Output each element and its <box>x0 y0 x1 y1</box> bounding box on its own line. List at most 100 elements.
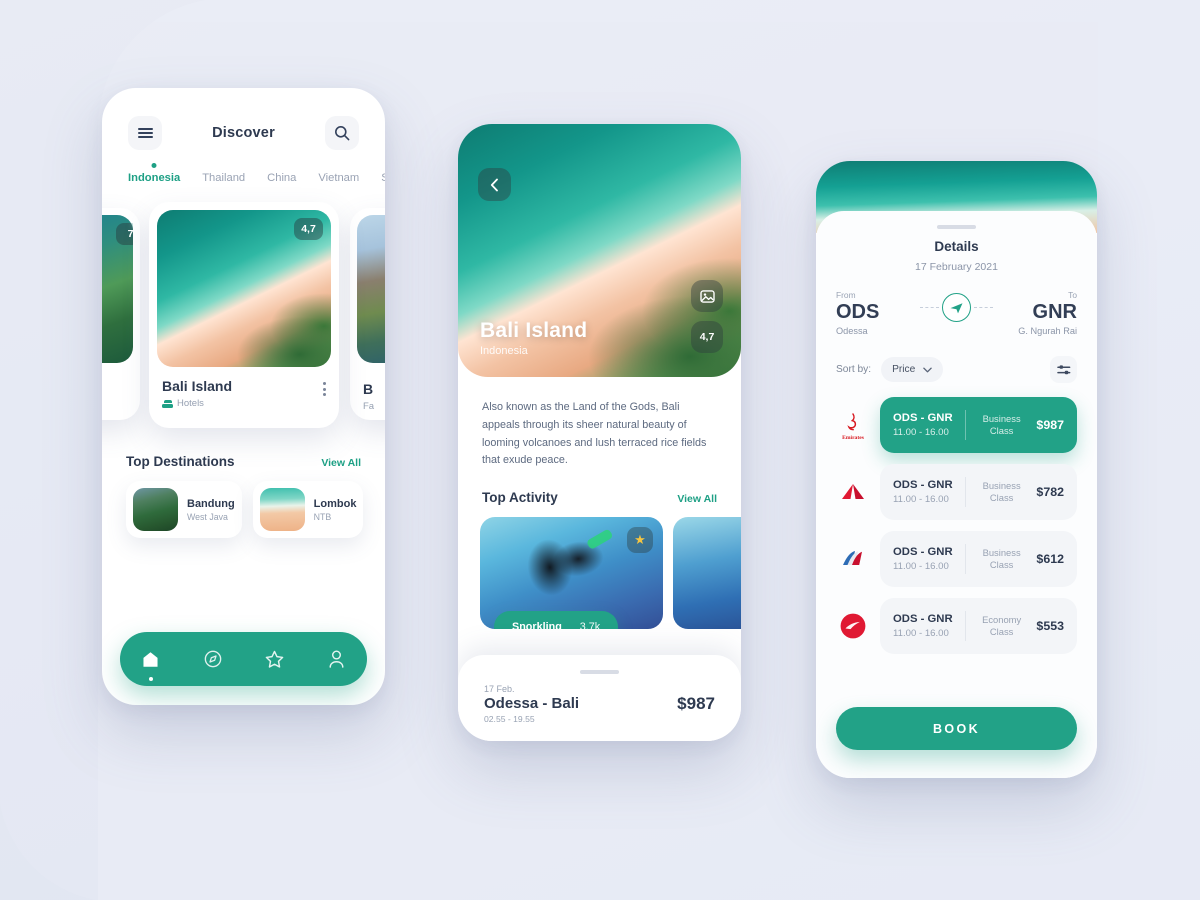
phone-flights-screen: Details 17 February 2021 From ODS Odessa… <box>816 161 1097 778</box>
tab-vietnam[interactable]: Vietnam <box>318 172 359 184</box>
flight-price: $782 <box>1036 485 1064 499</box>
rating-badge: 4,7 <box>294 218 323 240</box>
carousel-card-active[interactable]: 4,7 Bali Island Hotels <box>149 202 339 428</box>
home-icon <box>143 651 158 667</box>
flight-price: $553 <box>1036 619 1064 633</box>
destination-thumbnail <box>259 488 305 531</box>
flight-card[interactable]: ODS - GNR 11.00 - 16.00 Business Class $… <box>880 531 1077 587</box>
booking-summary: 17 Feb. Odessa - Bali 02.55 - 19.55 $987 <box>484 684 715 724</box>
activity-count: 3.7k <box>579 621 601 630</box>
drag-handle[interactable] <box>937 225 976 229</box>
destination-name: Lombok <box>313 497 357 510</box>
filter-button[interactable] <box>1050 356 1077 383</box>
search-button[interactable] <box>324 116 359 150</box>
image-gallery-icon <box>699 289 715 303</box>
flight-info: ODS - GNR 11.00 - 16.00 <box>893 613 953 639</box>
hero-image: 4,7 Bali Island Indonesia <box>458 124 741 377</box>
rating-badge: 4,7 <box>691 321 723 353</box>
flight-row-airasia[interactable]: ODS - GNR 11.00 - 16.00 Economy Class $5… <box>836 598 1077 654</box>
carousel-card-info <box>102 370 140 399</box>
route-summary: From ODS Odessa To GNR G. Ngurah Rai <box>836 290 1077 336</box>
flight-class: Business Class <box>982 412 1021 436</box>
airline-logo-american-airlines <box>836 544 870 574</box>
destination-description: Also known as the Land of the Gods, Bali… <box>482 401 707 467</box>
route-origin: From ODS Odessa <box>836 290 920 336</box>
gallery-button[interactable] <box>691 280 723 312</box>
flight-details-sheet: Details 17 February 2021 From ODS Odessa… <box>816 211 1097 778</box>
star-icon: ★ <box>627 527 653 554</box>
filter-sliders-icon <box>1056 364 1070 374</box>
flight-time: 11.00 - 16.00 <box>893 561 949 572</box>
destination-title: Bali Island <box>480 319 588 342</box>
carousel-card-info: B Fa <box>350 370 385 412</box>
top-destinations-list: Bandung West Java Lombok NTB <box>102 469 385 538</box>
tab-china[interactable]: China <box>267 172 296 184</box>
chevron-down-icon <box>923 367 933 372</box>
route-destination: To GNR G. Ngurah Rai <box>993 290 1077 336</box>
category-label: Hotels <box>177 398 204 409</box>
hero-text: Bali Island Indonesia <box>480 319 587 357</box>
tab-label: Indonesia <box>128 172 181 184</box>
page-title: Details <box>934 239 979 254</box>
flight-row-american-airlines[interactable]: ODS - GNR 11.00 - 16.00 Business Class $… <box>836 531 1077 587</box>
star-icon <box>265 650 284 668</box>
hero-action-buttons: 4,7 <box>691 280 723 353</box>
activity-card-next[interactable] <box>673 517 741 630</box>
booking-bottom-sheet[interactable]: 17 Feb. Odessa - Bali 02.55 - 19.55 $987 <box>458 655 741 741</box>
hamburger-menu-button[interactable] <box>128 116 162 150</box>
destination-region: NTB <box>313 511 332 522</box>
tab-thailand[interactable]: Thailand <box>202 172 245 184</box>
destination-name: Bali Island <box>162 378 233 394</box>
activity-card-snorkling[interactable]: ★ Snorkling 3.7k <box>480 517 663 630</box>
flight-card[interactable]: ODS - GNR 11.00 - 16.00 Economy Class $5… <box>880 598 1077 654</box>
search-icon <box>334 126 350 141</box>
view-all-link[interactable]: View All <box>677 493 717 505</box>
section-title: Top Activity <box>482 490 558 506</box>
carousel-card-previous[interactable]: 7 <box>102 208 140 420</box>
flight-row-delta[interactable]: ODS - GNR 11.00 - 16.00 Business Class $… <box>836 464 1077 520</box>
divider <box>964 410 966 440</box>
nav-item-home[interactable] <box>138 646 164 681</box>
destination-city: G. Ngurah Rai <box>1018 326 1077 336</box>
destination-carousel[interactable]: 7 B Fa 4,7 Bali Island Hotels <box>102 202 385 434</box>
destination-code: GNR <box>1032 301 1077 323</box>
carousel-card-next[interactable]: B Fa <box>350 208 385 420</box>
diver-photo-subject <box>520 528 614 600</box>
sort-value: Price <box>892 364 916 375</box>
sort-label: Sort by: <box>836 364 872 375</box>
airline-logo-airasia <box>836 611 870 641</box>
flight-info: ODS - GNR 11.00 - 16.00 <box>893 479 953 505</box>
to-label: To <box>1068 290 1077 300</box>
airplane-icon <box>950 303 963 314</box>
destination-category: Fa <box>363 401 375 412</box>
flight-route: ODS - GNR <box>893 546 953 558</box>
tab-next[interactable]: S <box>381 172 385 184</box>
book-button[interactable]: BOOK <box>836 707 1077 750</box>
destination-item-lombok[interactable]: Lombok NTB <box>252 481 364 538</box>
divider <box>964 544 966 574</box>
country-tabs[interactable]: Indonesia Thailand China Vietnam S <box>102 150 385 184</box>
discover-header: Discover <box>102 88 385 150</box>
destination-item-bandung[interactable]: Bandung West Java <box>126 481 242 538</box>
tab-indonesia[interactable]: Indonesia <box>128 163 181 184</box>
destination-photo: 7 <box>102 215 133 363</box>
sort-dropdown[interactable]: Price <box>881 357 944 382</box>
drag-handle[interactable] <box>580 670 619 674</box>
flight-card[interactable]: ODS - GNR 11.00 - 16.00 Business Class $… <box>880 464 1077 520</box>
nav-item-favorites[interactable] <box>261 646 287 672</box>
view-all-link[interactable]: View All <box>321 457 361 469</box>
flight-card[interactable]: ODS - GNR 11.00 - 16.00 Business Class $… <box>880 397 1077 453</box>
nav-item-explore[interactable] <box>200 646 226 672</box>
page-title: Discover <box>212 125 275 141</box>
activity-list[interactable]: ★ Snorkling 3.7k <box>458 505 741 630</box>
destination-photo: 4,7 <box>157 210 331 367</box>
flight-row-emirates[interactable]: Emirates ODS - GNR 11.00 - 16.00 Busines… <box>836 397 1077 453</box>
airline-logo-delta <box>836 477 870 507</box>
flight-price: $987 <box>1036 418 1064 432</box>
back-button[interactable] <box>478 168 511 201</box>
kebab-menu-icon[interactable] <box>323 378 326 396</box>
hotel-bed-icon <box>162 399 173 408</box>
flight-class: Business Class <box>982 479 1021 503</box>
nav-item-profile[interactable] <box>323 646 349 672</box>
bottom-navigation-bar <box>120 632 367 686</box>
